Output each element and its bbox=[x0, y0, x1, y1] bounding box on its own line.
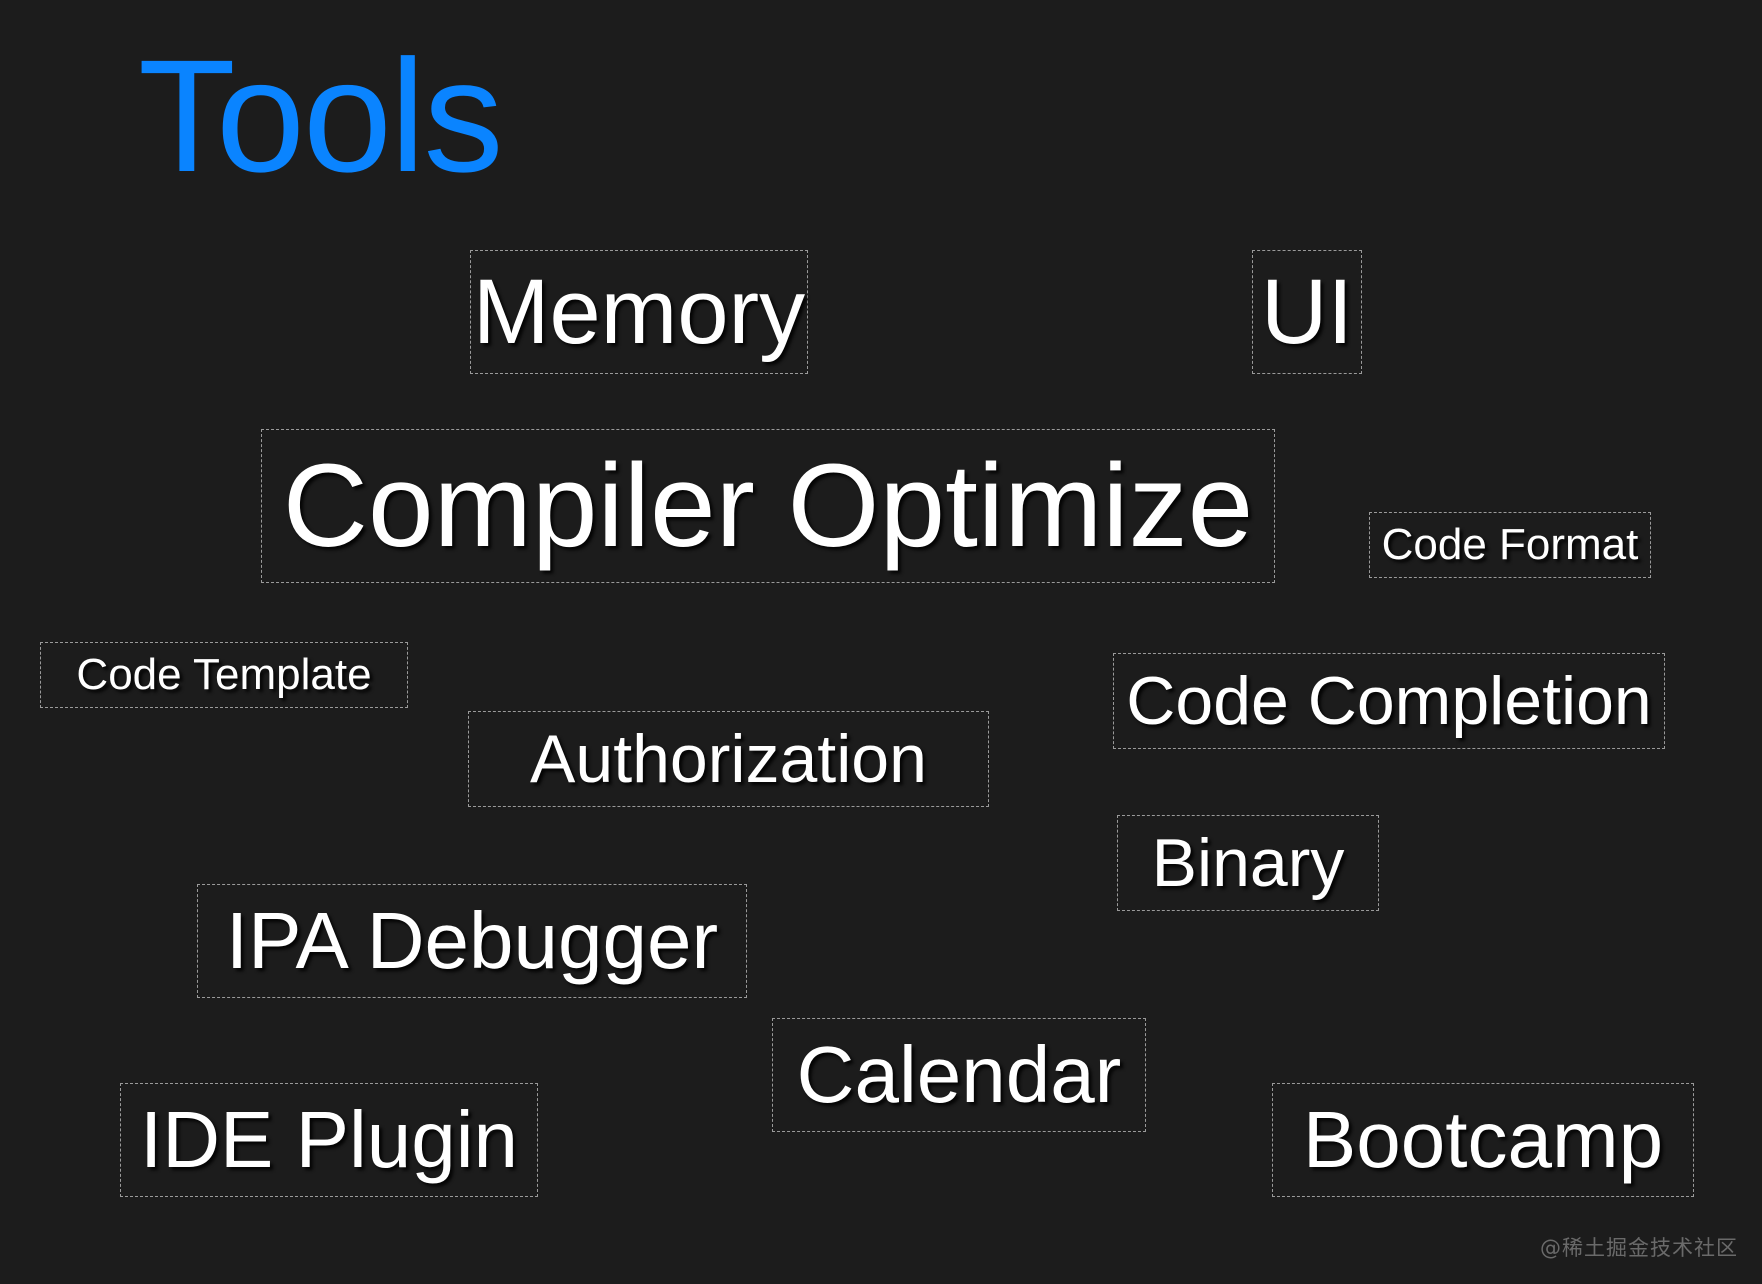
word-cloud-item-label: IDE Plugin bbox=[140, 1100, 518, 1180]
slide-canvas: Tools Memory UICompiler Optimize Code Form… bbox=[0, 0, 1762, 1284]
word-cloud-item-label: UI bbox=[1261, 266, 1353, 358]
word-cloud-item-label: Compiler Optimize bbox=[283, 447, 1253, 565]
watermark: @稀土掘金技术社区 bbox=[1540, 1232, 1738, 1262]
word-cloud-item-label: Authorization bbox=[530, 725, 927, 793]
word-cloud-item-label: Memory bbox=[473, 266, 805, 358]
word-cloud-item-label: Binary bbox=[1152, 829, 1345, 897]
word-cloud-item[interactable]: Memory bbox=[470, 250, 808, 374]
word-cloud-item-label: Code Template bbox=[76, 653, 371, 697]
word-cloud-item-label: Code Format bbox=[1382, 523, 1639, 567]
word-cloud-item[interactable]: Code Template bbox=[40, 642, 408, 708]
word-cloud-item[interactable]: Binary bbox=[1117, 815, 1379, 911]
word-cloud-item[interactable]: Code Completion bbox=[1113, 653, 1665, 749]
word-cloud-item[interactable]: IPA Debugger bbox=[197, 884, 747, 998]
word-cloud-item-label: Bootcamp bbox=[1303, 1100, 1663, 1180]
word-cloud-item-label: Code Completion bbox=[1126, 667, 1651, 735]
word-cloud-item-label: Calendar bbox=[797, 1035, 1122, 1115]
word-cloud-item[interactable]: Calendar bbox=[772, 1018, 1146, 1132]
word-cloud-item[interactable]: Code Format bbox=[1369, 512, 1651, 578]
word-cloud-item[interactable]: Compiler Optimize bbox=[261, 429, 1275, 583]
page-title: Tools bbox=[138, 36, 502, 196]
word-cloud-item[interactable]: IDE Plugin bbox=[120, 1083, 538, 1197]
word-cloud-item-label: IPA Debugger bbox=[226, 901, 718, 981]
word-cloud-item[interactable]: UI bbox=[1252, 250, 1362, 374]
word-cloud-item[interactable]: Authorization bbox=[468, 711, 989, 807]
word-cloud-item[interactable]: Bootcamp bbox=[1272, 1083, 1694, 1197]
